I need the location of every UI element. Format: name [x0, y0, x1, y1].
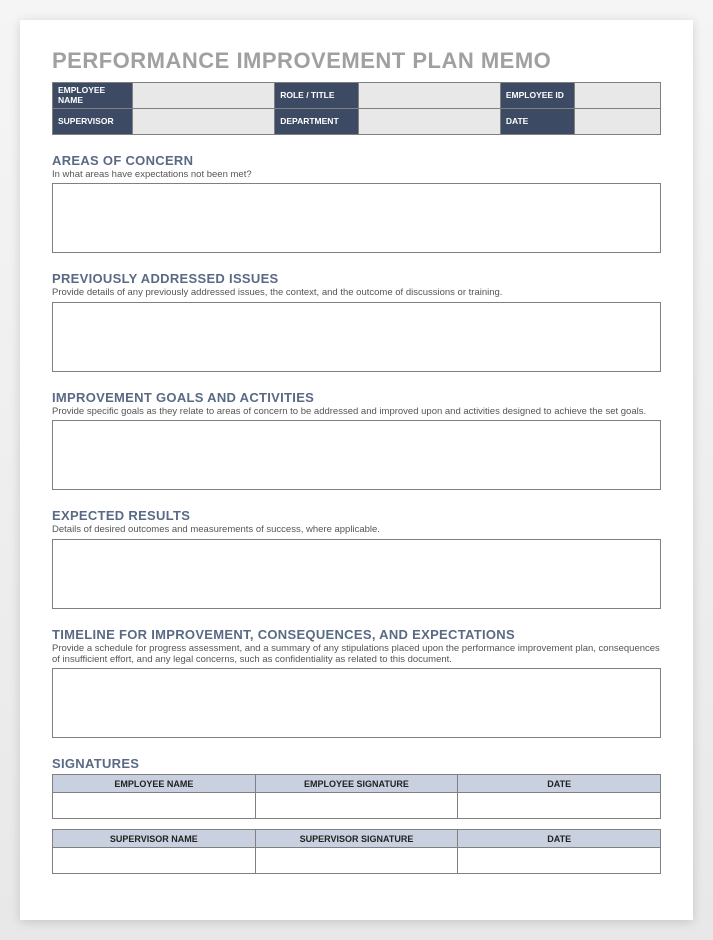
section-desc-goals: Provide specific goals as they relate to… [52, 406, 661, 417]
sig-header-sup-date: DATE [458, 830, 661, 848]
sig-field-sup-signature[interactable] [255, 848, 458, 874]
section-previous: PREVIOUSLY ADDRESSED ISSUES Provide deta… [52, 271, 661, 371]
label-role-title: ROLE / TITLE [275, 83, 359, 109]
field-date[interactable] [575, 109, 661, 135]
sig-header-emp-signature: EMPLOYEE SIGNATURE [255, 775, 458, 793]
sig-header-sup-name: SUPERVISOR NAME [53, 830, 256, 848]
label-date: DATE [500, 109, 575, 135]
section-areas: AREAS OF CONCERN In what areas have expe… [52, 153, 661, 253]
sig-header-emp-name: EMPLOYEE NAME [53, 775, 256, 793]
section-title-areas: AREAS OF CONCERN [52, 153, 661, 168]
field-goals[interactable] [52, 420, 661, 490]
sig-header-emp-date: DATE [458, 775, 661, 793]
header-table: EMPLOYEE NAME ROLE / TITLE EMPLOYEE ID S… [52, 82, 661, 135]
page-title: PERFORMANCE IMPROVEMENT PLAN MEMO [52, 48, 661, 74]
section-desc-timeline: Provide a schedule for progress assessme… [52, 643, 661, 666]
field-department[interactable] [358, 109, 500, 135]
label-employee-name: EMPLOYEE NAME [53, 83, 133, 109]
sig-field-emp-date[interactable] [458, 793, 661, 819]
section-results: EXPECTED RESULTS Details of desired outc… [52, 508, 661, 608]
section-title-signatures: SIGNATURES [52, 756, 661, 771]
sig-field-sup-date[interactable] [458, 848, 661, 874]
employee-signature-table: EMPLOYEE NAME EMPLOYEE SIGNATURE DATE [52, 774, 661, 819]
field-previous[interactable] [52, 302, 661, 372]
section-title-previous: PREVIOUSLY ADDRESSED ISSUES [52, 271, 661, 286]
sig-field-emp-signature[interactable] [255, 793, 458, 819]
sig-field-emp-name[interactable] [53, 793, 256, 819]
sig-field-sup-name[interactable] [53, 848, 256, 874]
section-goals: IMPROVEMENT GOALS AND ACTIVITIES Provide… [52, 390, 661, 490]
supervisor-signature-table: SUPERVISOR NAME SUPERVISOR SIGNATURE DAT… [52, 829, 661, 874]
label-supervisor: SUPERVISOR [53, 109, 133, 135]
field-supervisor[interactable] [133, 109, 275, 135]
field-areas[interactable] [52, 183, 661, 253]
section-desc-previous: Provide details of any previously addres… [52, 287, 661, 298]
sig-header-sup-signature: SUPERVISOR SIGNATURE [255, 830, 458, 848]
field-employee-id[interactable] [575, 83, 661, 109]
section-desc-areas: In what areas have expectations not been… [52, 169, 661, 180]
label-department: DEPARTMENT [275, 109, 359, 135]
section-timeline: TIMELINE FOR IMPROVEMENT, CONSEQUENCES, … [52, 627, 661, 739]
field-timeline[interactable] [52, 668, 661, 738]
field-role-title[interactable] [358, 83, 500, 109]
section-desc-results: Details of desired outcomes and measurem… [52, 524, 661, 535]
field-employee-name[interactable] [133, 83, 275, 109]
document-page: PERFORMANCE IMPROVEMENT PLAN MEMO EMPLOY… [20, 20, 693, 920]
label-employee-id: EMPLOYEE ID [500, 83, 575, 109]
section-signatures: SIGNATURES EMPLOYEE NAME EMPLOYEE SIGNAT… [52, 756, 661, 874]
section-title-goals: IMPROVEMENT GOALS AND ACTIVITIES [52, 390, 661, 405]
section-title-results: EXPECTED RESULTS [52, 508, 661, 523]
section-title-timeline: TIMELINE FOR IMPROVEMENT, CONSEQUENCES, … [52, 627, 661, 642]
field-results[interactable] [52, 539, 661, 609]
